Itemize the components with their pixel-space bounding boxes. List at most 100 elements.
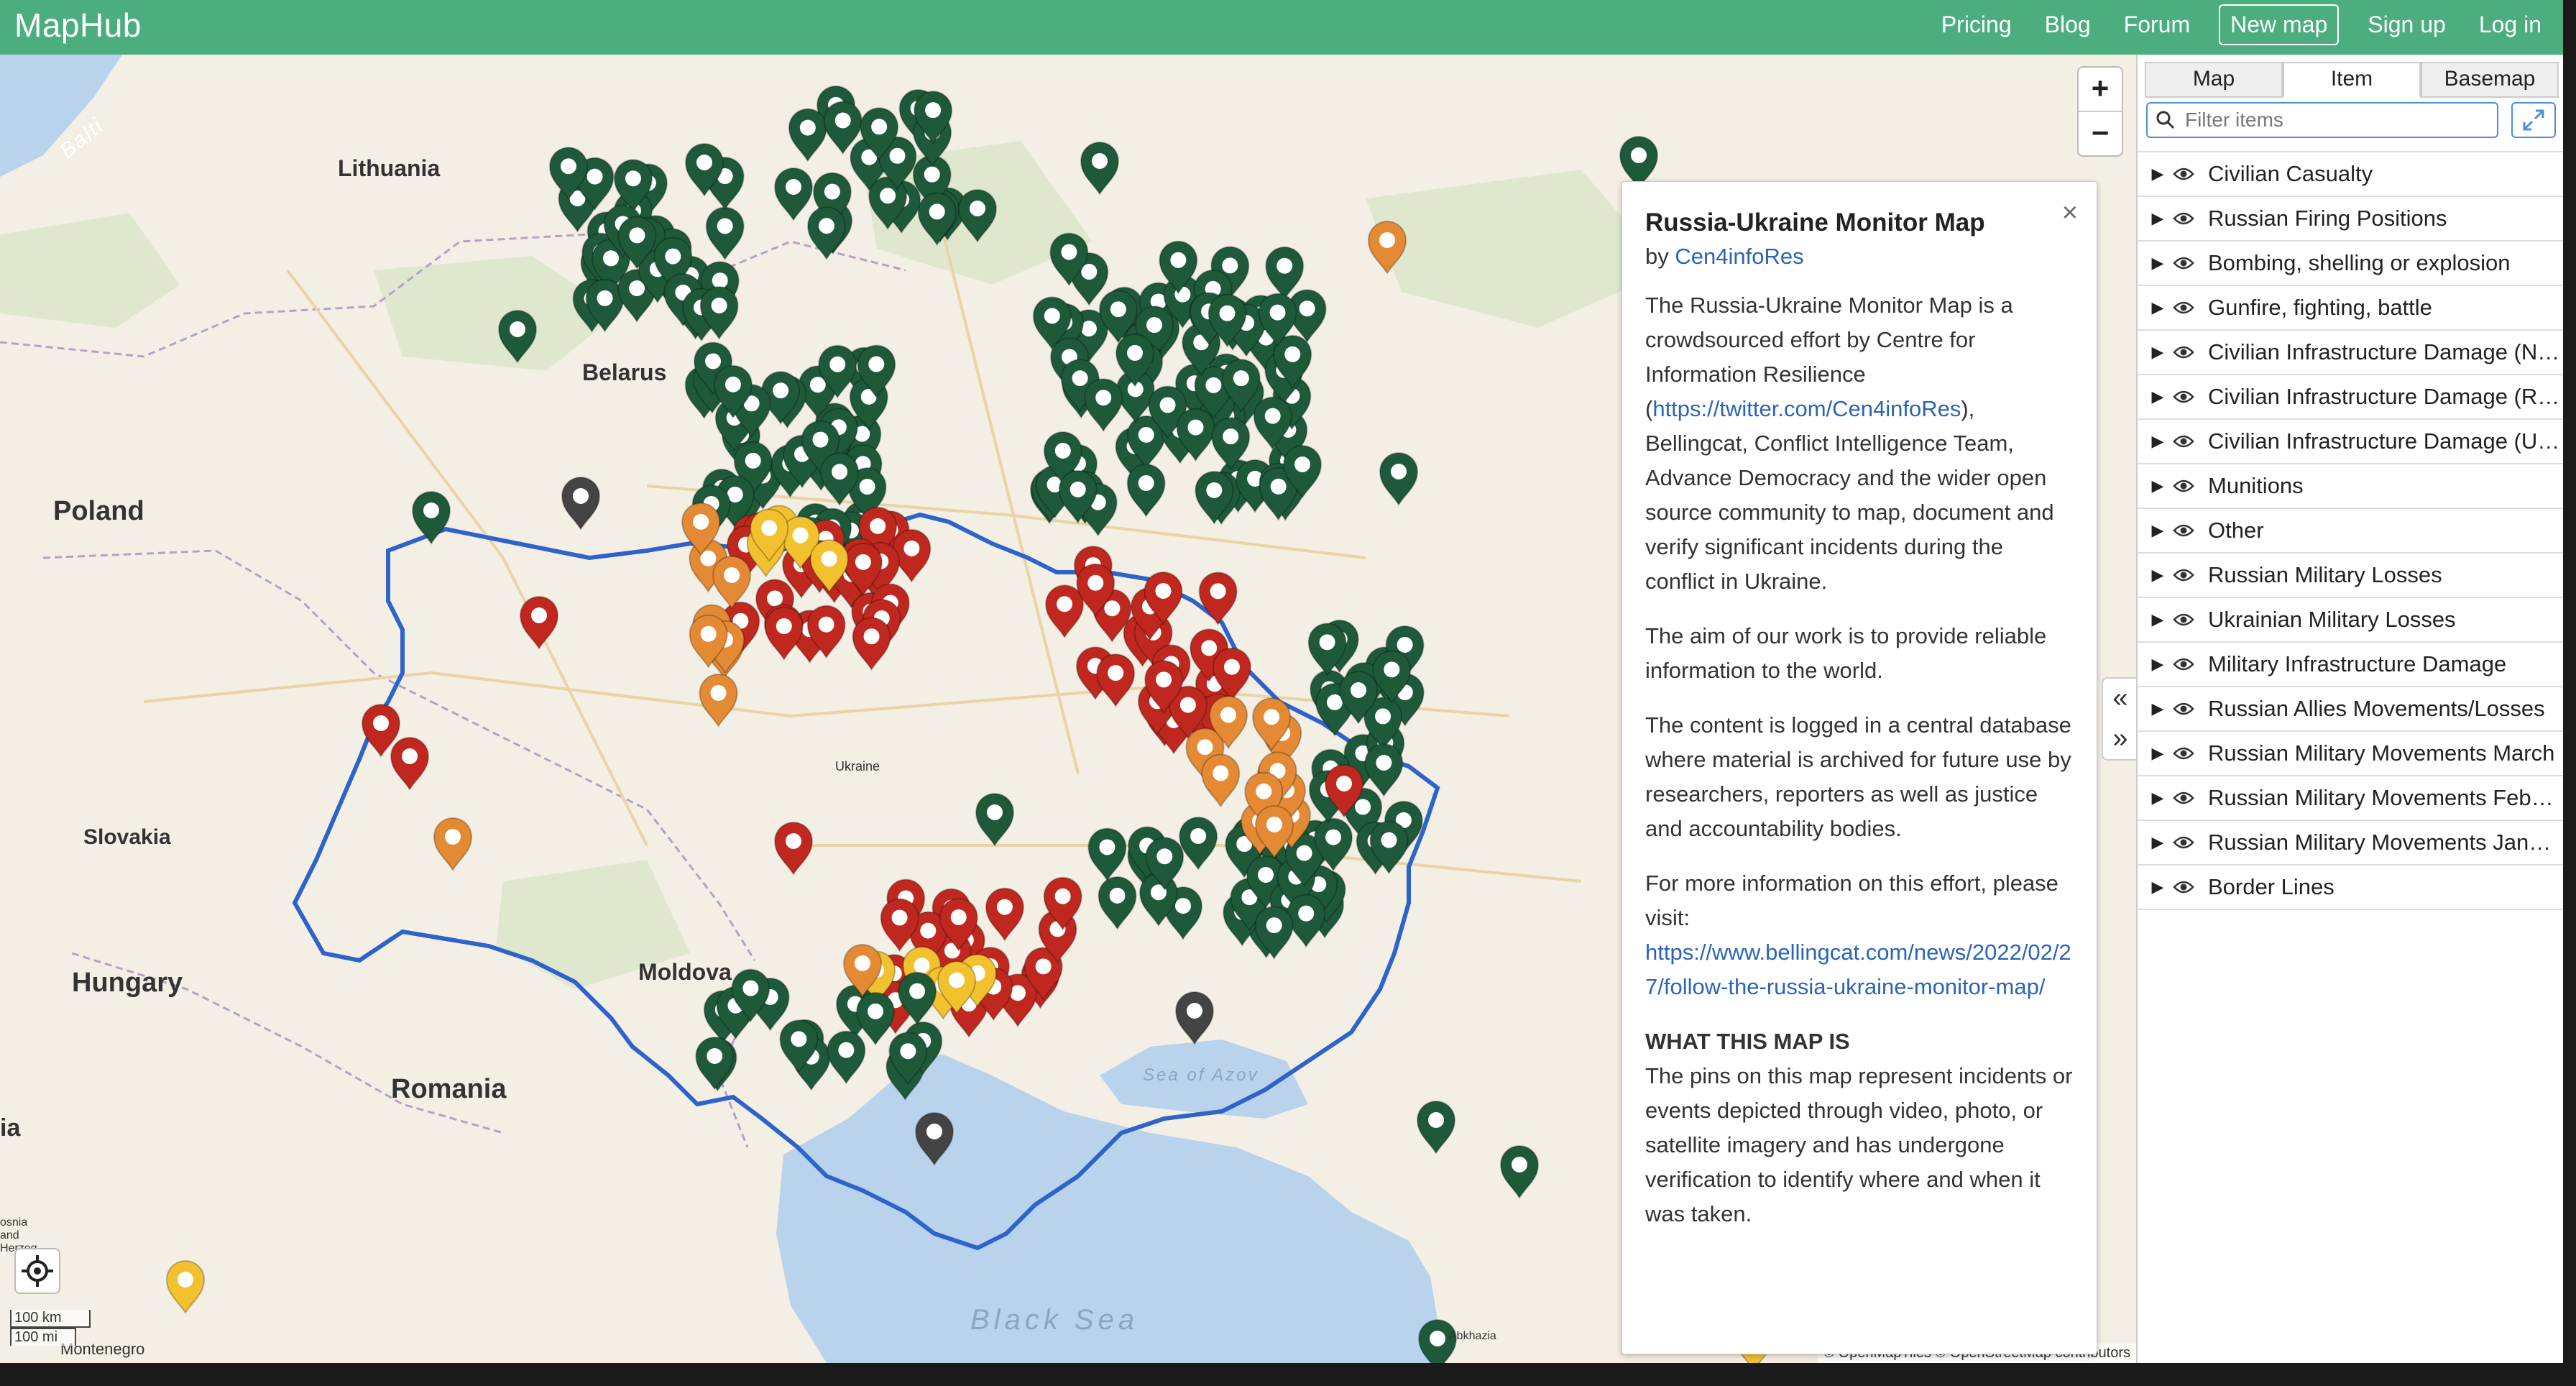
expand-right-icon[interactable]: » (2103, 719, 2136, 759)
expand-button[interactable] (2511, 102, 2556, 138)
caret-right-icon[interactable]: ▶ (2146, 209, 2169, 228)
map-pin-icon[interactable] (1198, 572, 1238, 626)
eye-icon[interactable] (2169, 211, 2198, 226)
map-pin-icon[interactable] (1080, 142, 1120, 196)
caret-right-icon[interactable]: ▶ (2146, 521, 2169, 540)
map-pin-icon[interactable] (1174, 991, 1215, 1045)
filter-input[interactable]: Filter items (2146, 102, 2498, 138)
eye-icon[interactable] (2169, 791, 2198, 805)
map-pin-icon[interactable] (497, 310, 538, 364)
eye-icon[interactable] (2169, 657, 2198, 671)
caret-right-icon[interactable]: ▶ (2146, 387, 2169, 406)
eye-icon[interactable] (2169, 835, 2198, 850)
nav-log-in[interactable]: Log in (2475, 6, 2546, 44)
eye-icon[interactable] (2169, 390, 2198, 404)
nav-blog[interactable]: Blog (2041, 6, 2095, 44)
eye-icon[interactable] (2169, 568, 2198, 582)
map-pin-icon[interactable] (1379, 452, 1419, 506)
layer-item[interactable]: ▶ Russian Firing Positions (2138, 197, 2563, 242)
layer-item[interactable]: ▶ Munitions (2138, 464, 2563, 509)
layer-item[interactable]: ▶ Russian Military Movements February (2138, 776, 2563, 821)
zoom-in-button[interactable]: + (2079, 68, 2122, 111)
map-pin-icon[interactable] (411, 491, 451, 545)
layer-item[interactable]: ▶ Ukrainian Military Losses (2138, 598, 2563, 643)
map-pin-icon[interactable] (519, 596, 559, 650)
collapse-left-icon[interactable]: « (2103, 679, 2136, 719)
layer-item[interactable]: ▶ Border Lines (2138, 866, 2563, 910)
map-pin-icon[interactable] (433, 817, 473, 871)
tab-map[interactable]: Map (2145, 62, 2283, 98)
layer-item[interactable]: ▶ Civilian Casualty (2138, 151, 2563, 197)
map-pin-icon[interactable] (1265, 246, 1305, 300)
author-link[interactable]: Cen4infoRes (1675, 244, 1803, 269)
layer-item[interactable]: ▶ Civilian Infrastructure Damage (Unknown… (2138, 420, 2563, 464)
layer-item[interactable]: ▶ Russian Military Movements March (2138, 732, 2563, 776)
eye-icon[interactable] (2169, 746, 2198, 761)
map-pin-icon[interactable] (773, 167, 814, 221)
map-pin-icon[interactable] (712, 556, 752, 610)
caret-right-icon[interactable]: ▶ (2146, 477, 2169, 495)
eye-icon[interactable] (2169, 612, 2198, 627)
tab-basemap[interactable]: Basemap (2421, 62, 2559, 98)
layer-item[interactable]: ▶ Other (2138, 509, 2563, 554)
map-pin-icon[interactable] (1179, 817, 1218, 871)
caret-right-icon[interactable]: ▶ (2146, 610, 2169, 629)
nav-forum[interactable]: Forum (2120, 6, 2194, 44)
map-pin-icon[interactable] (1084, 378, 1123, 433)
eye-icon[interactable] (2169, 434, 2198, 449)
eye-icon[interactable] (2169, 300, 2198, 315)
map-pin-icon[interactable] (985, 887, 1024, 942)
map-pin-icon[interactable] (699, 673, 738, 728)
map-pin-icon[interactable] (695, 1037, 735, 1091)
twitter-link[interactable]: https://twitter.com/Cen4infoRes (1652, 396, 1961, 421)
brand-logo[interactable]: MapHub (14, 6, 142, 45)
layer-item[interactable]: ▶ Russian Military Losses (2138, 554, 2563, 598)
map-pin-icon[interactable] (1499, 1145, 1540, 1199)
bellingcat-link[interactable]: https://www.bellingcat.com/news/2022/02/… (1645, 940, 2071, 999)
map-pin-icon[interactable] (1416, 1101, 1456, 1155)
map-pin-icon[interactable] (1364, 743, 1404, 797)
map-pin-icon[interactable] (1087, 827, 1127, 882)
map-pin-icon[interactable] (914, 1112, 954, 1166)
locate-button[interactable] (14, 1248, 60, 1294)
layer-item[interactable]: ▶ Russian Military Movements January (2138, 821, 2563, 866)
caret-right-icon[interactable]: ▶ (2146, 833, 2169, 852)
caret-right-icon[interactable]: ▶ (2146, 254, 2169, 272)
eye-icon[interactable] (2169, 256, 2198, 270)
tab-item[interactable]: Item (2283, 62, 2421, 98)
close-icon[interactable]: × (2062, 198, 2078, 229)
map-pin-icon[interactable] (852, 617, 891, 671)
caret-right-icon[interactable]: ▶ (2146, 343, 2169, 362)
nav-pricing[interactable]: Pricing (1937, 6, 2016, 44)
map-pin-icon[interactable] (773, 822, 814, 876)
map-pin-icon[interactable] (561, 477, 601, 531)
eye-icon[interactable] (2169, 702, 2198, 716)
map-pin-icon[interactable] (975, 793, 1015, 847)
layer-item[interactable]: ▶ Russian Allies Movements/Losses (2138, 687, 2563, 732)
caret-right-icon[interactable]: ▶ (2146, 744, 2169, 763)
caret-right-icon[interactable]: ▶ (2146, 432, 2169, 451)
caret-right-icon[interactable]: ▶ (2146, 298, 2169, 317)
map-pin-icon[interactable] (1098, 876, 1137, 930)
eye-icon[interactable] (2169, 345, 2198, 359)
map-pin-icon[interactable] (957, 189, 998, 243)
map-pin-icon[interactable] (1287, 894, 1326, 948)
layer-item[interactable]: ▶ Civilian Infrastructure Damage (Residen… (2138, 375, 2563, 420)
layer-item[interactable]: ▶ Gunfire, fighting, battle (2138, 286, 2563, 331)
layer-item[interactable]: ▶ Military Infrastructure Damage (2138, 643, 2563, 687)
zoom-out-button[interactable]: − (2079, 111, 2122, 155)
map-pin-icon[interactable] (390, 737, 430, 791)
layer-item[interactable]: ▶ Bombing, shelling or explosion (2138, 242, 2563, 286)
caret-right-icon[interactable]: ▶ (2146, 165, 2169, 183)
nav-sign-up[interactable]: Sign up (2363, 6, 2450, 44)
map-canvas[interactable]: Lithuania Belarus Poland Slovakia Hungar… (0, 55, 2136, 1363)
map-pin-icon[interactable] (856, 991, 896, 1046)
map-pin-icon[interactable] (788, 108, 827, 162)
map-pin-icon[interactable] (1367, 221, 1407, 275)
caret-right-icon[interactable]: ▶ (2146, 699, 2169, 718)
map-pin-icon[interactable] (764, 607, 804, 661)
map-pin-icon[interactable] (165, 1260, 206, 1314)
eye-icon[interactable] (2169, 523, 2198, 538)
map-pin-icon[interactable] (1126, 463, 1166, 518)
map-pin-icon[interactable] (1045, 584, 1085, 639)
